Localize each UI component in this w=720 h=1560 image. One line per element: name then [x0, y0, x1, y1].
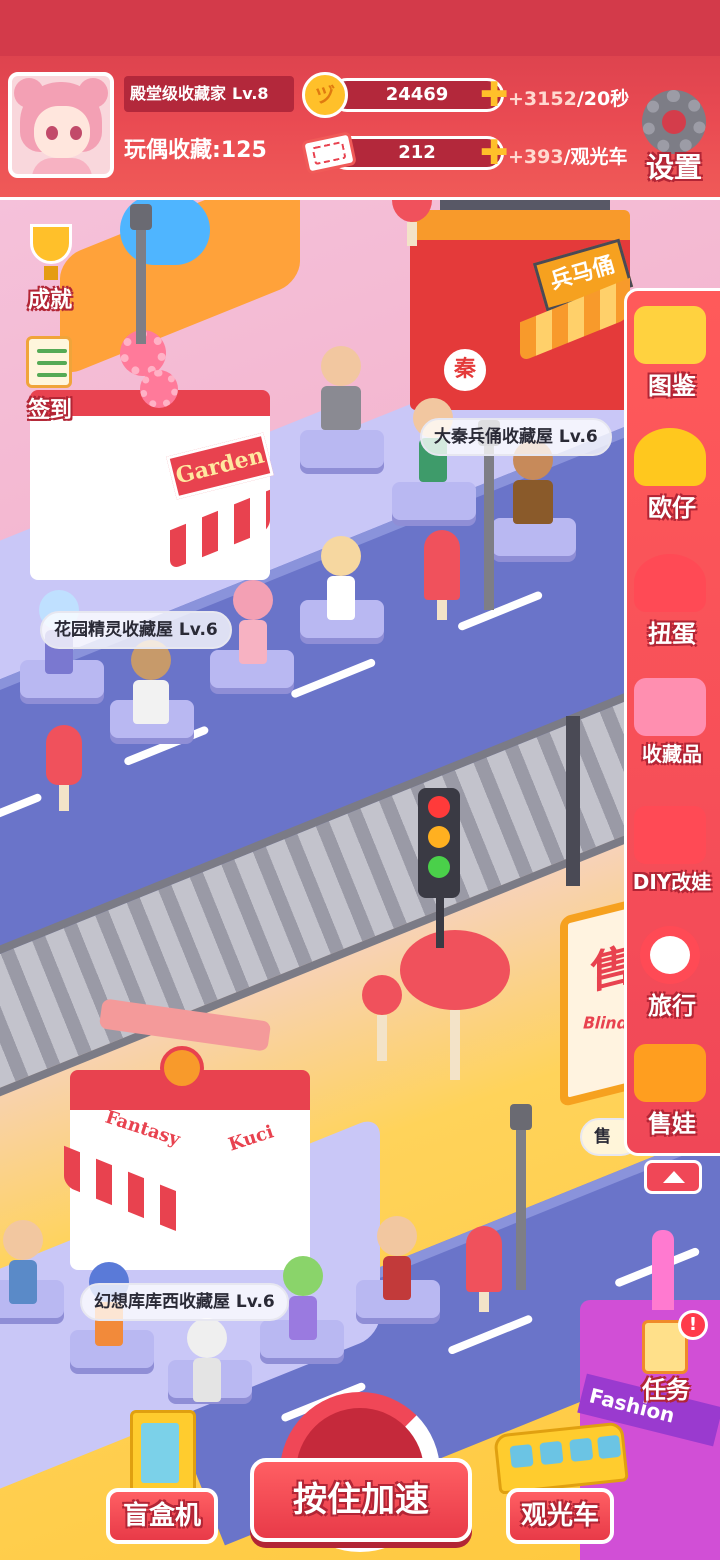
rank-title: 殿堂级收藏家: [130, 84, 227, 103]
ticket-rate: +393/观光车: [508, 146, 628, 168]
garden-doll-figure[interactable]: [128, 640, 174, 724]
top-bar: 殿堂级收藏家 Lv.8 玩偶收藏:125 24469 ヅ ✚ +3152/20秒 …: [0, 0, 720, 200]
capsule-icon: [634, 554, 706, 612]
status-strip: [0, 0, 720, 56]
doll-collection-count: 玩偶收藏:125: [124, 132, 267, 164]
blindbox-machine-button[interactable]: 盲盒机: [106, 1488, 218, 1544]
add-coins-button[interactable]: ✚: [480, 78, 509, 112]
add-tickets-button[interactable]: ✚: [480, 136, 509, 170]
street-lamp: [516, 1120, 526, 1290]
tree: [46, 725, 82, 811]
terracotta-figure[interactable]: [318, 346, 364, 430]
lamp-head: [510, 1104, 532, 1130]
right-menu-label: 旅行: [648, 992, 696, 1020]
rank-level: Lv.8: [232, 84, 269, 103]
hold-to-boost-button[interactable]: 按住加速: [250, 1458, 472, 1542]
right-menu-item[interactable]: 欧仔: [624, 418, 720, 542]
lamp-head: [130, 204, 152, 230]
street-lamp: [484, 440, 494, 610]
right-menu-label: 售娃: [648, 1110, 696, 1138]
right-menu-item[interactable]: 图鉴: [624, 296, 720, 420]
settings-button[interactable]: 设置: [636, 86, 712, 186]
avatar[interactable]: [8, 72, 114, 178]
task-button[interactable]: ! 任务: [622, 1310, 710, 1406]
doll-collection-separator: :: [212, 138, 221, 163]
right-menu-item[interactable]: DIY改娃: [624, 796, 720, 920]
settings-label: 设置: [645, 151, 702, 184]
garden-doll-figure[interactable]: [230, 580, 276, 664]
folder-icon: [634, 306, 706, 364]
coin-icon: ヅ: [302, 72, 348, 118]
fashion-spire: [652, 1230, 674, 1310]
tree: [466, 1226, 502, 1312]
doll-collection-value: 125: [220, 138, 267, 163]
tree: [424, 530, 460, 620]
garden-doll-figure[interactable]: [318, 536, 364, 620]
pedestal: [392, 482, 476, 520]
right-menu-label: 扭蛋: [648, 620, 696, 648]
right-menu-item[interactable]: 扭蛋: [624, 544, 720, 668]
rail-signal-pole: [566, 716, 580, 886]
trophy-icon: [30, 224, 72, 264]
task-alert-badge: !: [678, 1310, 708, 1340]
flower-icon: [140, 370, 178, 408]
right-menu-label: 图鉴: [648, 372, 696, 400]
right-menu-label: 收藏品: [642, 742, 702, 766]
lifebuoy-icon: [640, 926, 700, 984]
tree: [400, 930, 510, 1080]
checklist-icon: [26, 336, 72, 388]
tour-bus-button[interactable]: 观光车: [506, 1488, 614, 1544]
fantasy-doll-figure[interactable]: [184, 1318, 230, 1402]
gamepad-icon: [634, 806, 706, 864]
fantasy-building-label[interactable]: 幻想库库西收藏屋 Lv.6: [80, 1283, 289, 1321]
city-scene: 兵马俑 秦 Garden Fantasy Kuci 售 Blind Box Fa…: [0, 0, 720, 1560]
checkin-button[interactable]: 签到: [20, 330, 80, 423]
fantasy-doll-figure[interactable]: [0, 1220, 46, 1304]
doll-collection-label: 玩偶收藏: [124, 138, 213, 163]
coin-rate: +3152/20秒: [508, 88, 630, 110]
collapse-menu-button[interactable]: [644, 1160, 702, 1194]
right-menu-label: DIY改娃: [632, 870, 712, 894]
qin-building-label[interactable]: 大秦兵俑收藏屋 Lv.6: [420, 418, 612, 456]
right-menu-item[interactable]: 旅行: [624, 916, 720, 1040]
tree: [362, 975, 402, 1061]
box-icon: [634, 678, 706, 736]
rank-title-box: 殿堂级收藏家 Lv.8: [124, 76, 294, 112]
fantasy-doll-figure[interactable]: [374, 1216, 420, 1300]
coin-counter: 24469: [330, 78, 504, 112]
traffic-light: [418, 788, 460, 898]
bear-icon: [634, 1044, 706, 1102]
chevron-up-icon: [663, 1171, 685, 1183]
propeller-icon: [160, 1046, 204, 1090]
qin-seal: 秦: [440, 345, 490, 395]
right-menu-item[interactable]: 收藏品: [624, 668, 720, 792]
achievements-label: 成就: [27, 288, 72, 313]
task-label: 任务: [642, 1376, 690, 1404]
pedestal: [300, 430, 384, 468]
right-menu-label: 欧仔: [648, 494, 696, 522]
helmet-icon: [634, 428, 706, 486]
achievements-button[interactable]: 成就: [20, 220, 80, 313]
street-lamp: [136, 224, 146, 344]
garden-building-sign: Garden: [166, 432, 274, 500]
right-menu-item[interactable]: 售娃: [624, 1034, 720, 1158]
checkin-label: 签到: [27, 398, 72, 423]
traffic-light-pole: [436, 898, 444, 948]
garden-building-label[interactable]: 花园精灵收藏屋 Lv.6: [40, 611, 232, 649]
ticket-counter: 212: [330, 136, 504, 170]
